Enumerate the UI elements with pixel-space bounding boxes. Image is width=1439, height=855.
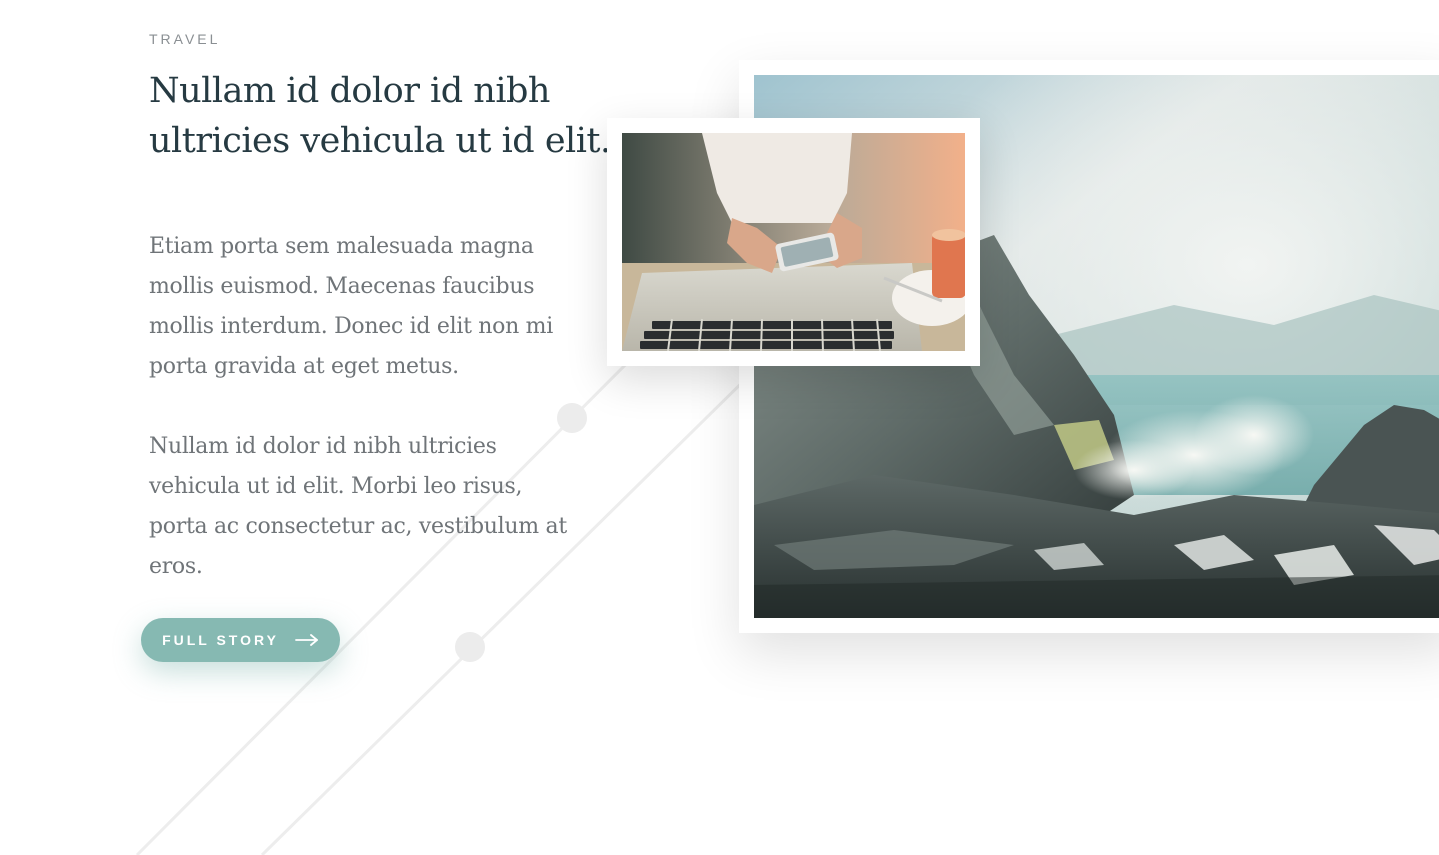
- deco-line-1: [135, 328, 662, 855]
- article-paragraph-2: Nullam id dolor id nibh ultricies vehicu…: [149, 434, 567, 579]
- article-paragraph-1: Etiam porta sem malesuada magna mollis e…: [149, 234, 553, 379]
- category-label: TRAVEL: [149, 31, 221, 47]
- article-title: Nullam id dolor id nibh ultricies vehicu…: [149, 71, 611, 161]
- arrow-right-icon: [295, 634, 318, 646]
- full-story-label: FULL STORY: [162, 632, 279, 648]
- deco-dot-2: [455, 632, 485, 662]
- page: TRAVEL Nullam id dolor id nibh ultricies…: [0, 0, 1439, 855]
- secondary-photo-frame: [607, 118, 980, 366]
- full-story-button[interactable]: FULL STORY: [141, 618, 340, 662]
- phone-laptop-photo: [622, 133, 965, 351]
